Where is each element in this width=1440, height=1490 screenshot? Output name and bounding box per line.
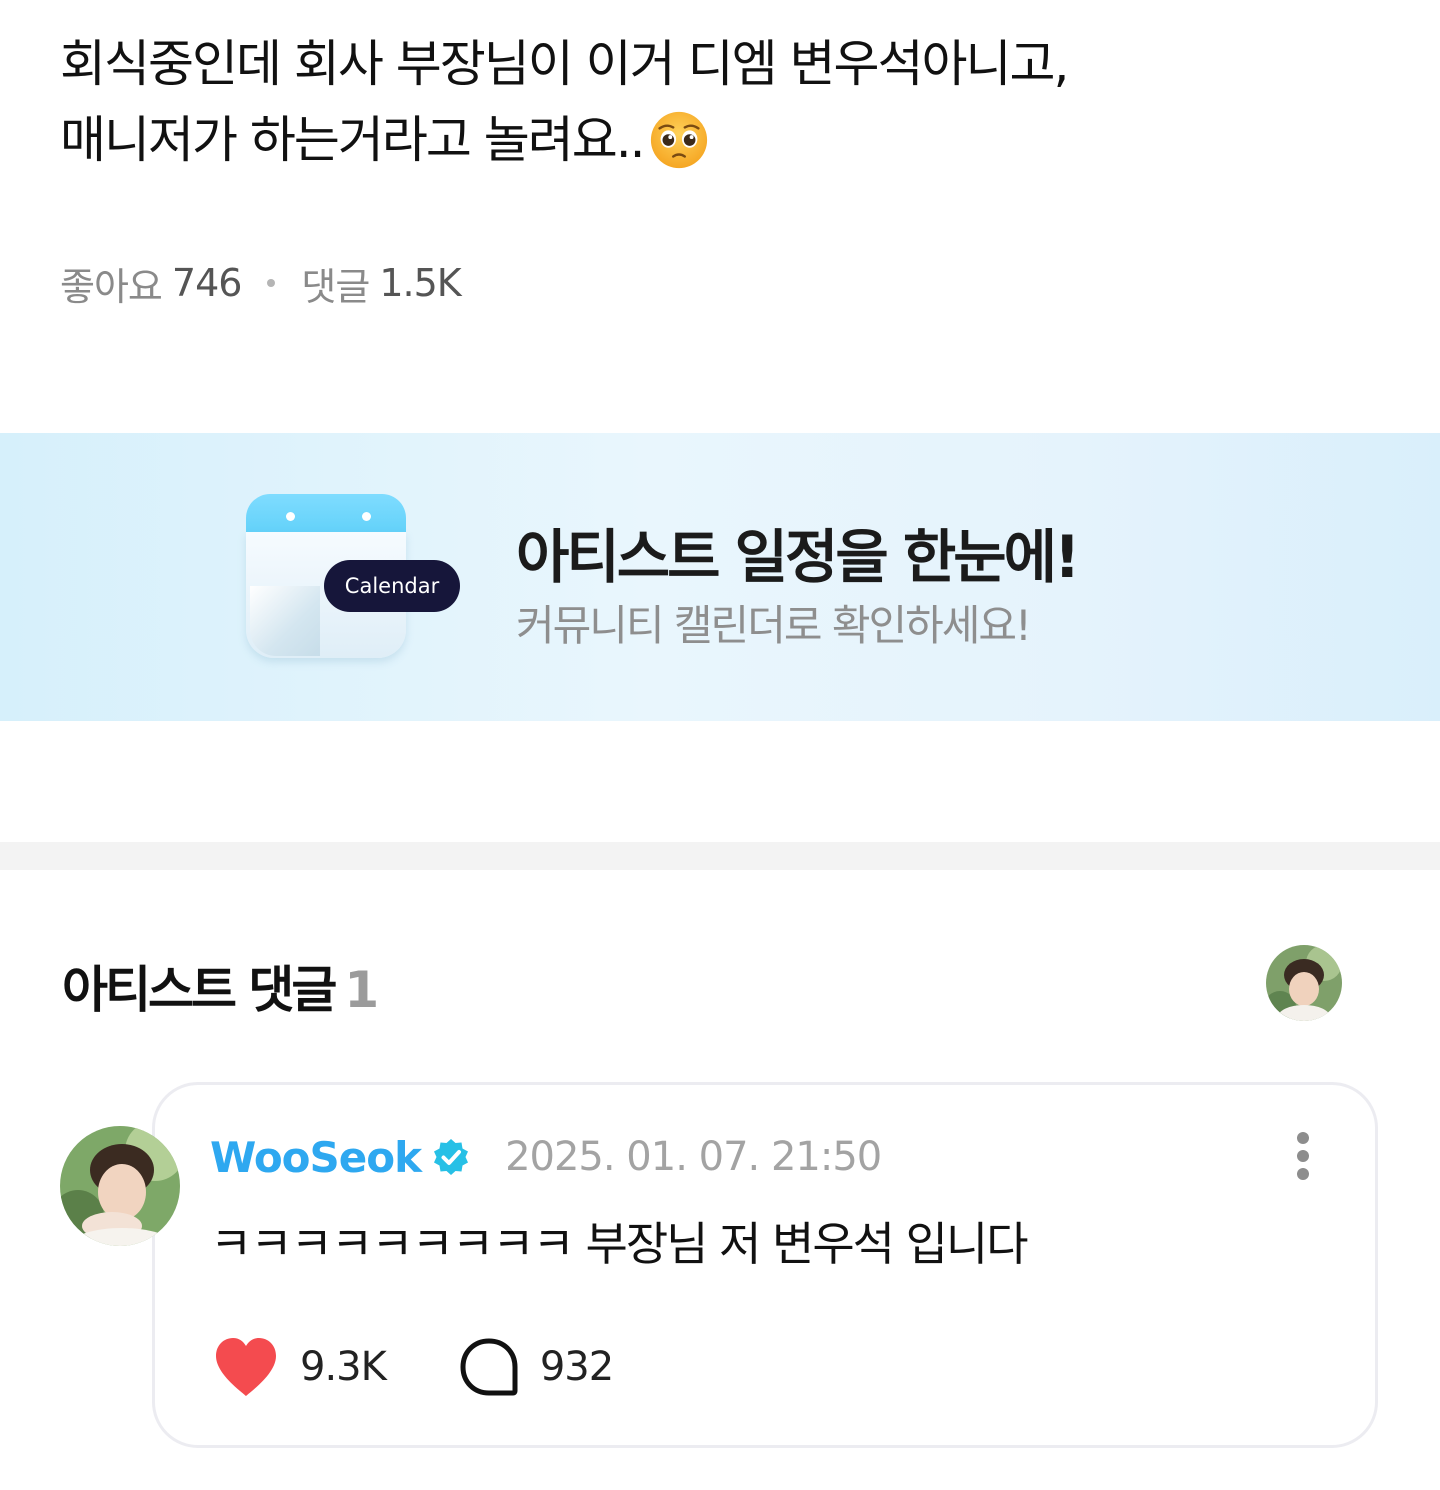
calendar-ring-hole: [286, 512, 295, 521]
comment-like-count: 9.3K: [300, 1344, 387, 1390]
comment-author-name[interactable]: WooSeok: [210, 1133, 422, 1182]
comment-author-avatar[interactable]: [60, 1126, 180, 1246]
likes-label: 좋아요: [60, 264, 163, 309]
comment-timestamp: 2025. 01. 07. 21:50: [505, 1134, 882, 1180]
more-dot: [1297, 1150, 1309, 1162]
post-text-line-2-wrap: 매니저가 하는거라고 놀려요..: [60, 102, 1380, 178]
likes-count: 746: [171, 261, 243, 305]
verified-badge-icon: [434, 1139, 469, 1175]
calendar-icon-label: Calendar: [324, 560, 460, 612]
calendar-ring-hole: [362, 512, 371, 521]
heart-icon[interactable]: [212, 1336, 280, 1398]
banner-subtitle: 커뮤니티 캘린더로 확인하세요!: [516, 601, 1032, 650]
artist-comments-title: 아티스트 댓글 1: [62, 950, 379, 1022]
comments-label: 댓글: [301, 264, 370, 309]
comment-author-avatar-image: [60, 1126, 180, 1246]
artist-comments-label: 아티스트 댓글: [62, 961, 337, 1019]
more-dot: [1297, 1132, 1309, 1144]
comment-actions: 9.3K 932: [212, 1334, 614, 1400]
comments-count: 1.5K: [379, 261, 461, 305]
comment-bubble-icon[interactable]: [458, 1336, 520, 1398]
pleading-face-emoji: [650, 111, 707, 169]
comment-reply-count: 932: [539, 1344, 614, 1390]
artist-avatar-image: [1266, 945, 1342, 1021]
post-text-line-2: 매니저가 하는거라고 놀려요..: [60, 111, 646, 169]
artist-avatar[interactable]: [1266, 945, 1342, 1021]
comment-text: ㅋㅋㅋㅋㅋㅋㅋㅋㅋ 부장님 저 변우석 입니다: [210, 1217, 1029, 1271]
more-vertical-icon[interactable]: [1292, 1132, 1314, 1180]
more-dot: [1297, 1168, 1309, 1180]
post-stats: 좋아요 746 댓글 1.5K: [60, 258, 462, 309]
stats-separator: [267, 279, 276, 287]
comment-header: WooSeok 2025. 01. 07. 21:50: [210, 1130, 882, 1184]
post-text-line-1: 회식중인데 회사 부장님이 이거 디엠 변우석아니고,: [60, 35, 1069, 93]
calendar-page-curl: [250, 586, 320, 656]
banner-title: 아티스트 일정을 한눈에!: [516, 523, 1080, 591]
post-body: 회식중인데 회사 부장님이 이거 디엠 변우석아니고, 매니저가 하는거라고 놀…: [60, 26, 1380, 178]
artist-comments-count: 1: [344, 961, 379, 1019]
section-divider: [0, 842, 1440, 870]
